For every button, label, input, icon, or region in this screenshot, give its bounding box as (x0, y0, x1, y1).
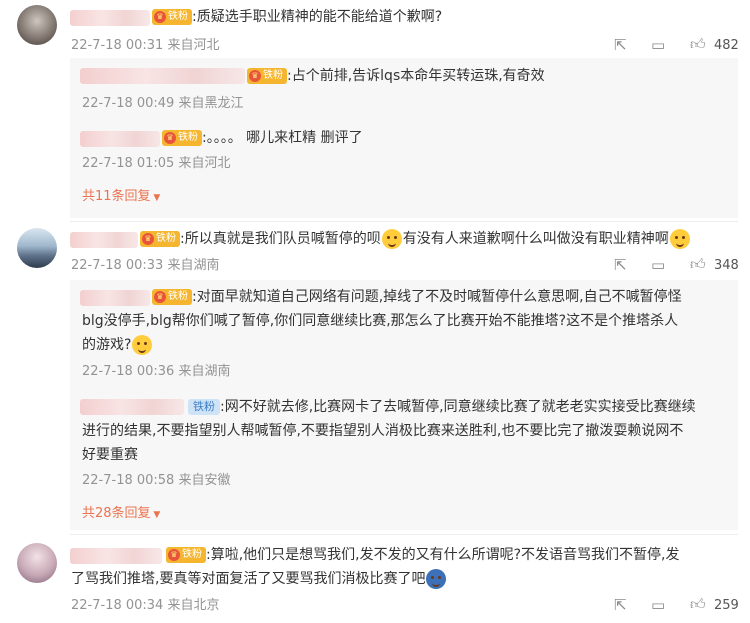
crown-icon: ♛ (154, 291, 166, 303)
avatar[interactable] (17, 5, 57, 45)
like-icon[interactable]: 👍︎ (690, 596, 706, 612)
comment-text: ♛ 铁粉:质疑选手职业精神的能不能给道个歉啊? (152, 5, 442, 29)
fan-badge: 铁粉 (188, 399, 220, 415)
like-count: 482 (714, 38, 739, 53)
crown-icon: ♛ (142, 233, 154, 245)
dropdown-arrow-icon: ▼ (150, 193, 161, 203)
crown-icon: ♛ (164, 132, 176, 144)
fan-badge: ♛ 铁粉 (152, 9, 192, 25)
share-icon[interactable]: ⇱ (614, 597, 627, 613)
fan-badge: ♛ 铁粉 (166, 547, 206, 563)
comment-meta: 22-7-18 00:31 来自河北 (71, 38, 220, 53)
laugh-emoji-icon (669, 229, 690, 249)
fan-badge: ♛ 铁粉 (152, 289, 192, 305)
emoji-icon (426, 569, 447, 589)
crown-icon: ♛ (168, 549, 180, 561)
fan-badge: ♛ 铁粉 (140, 231, 180, 247)
like-icon[interactable]: 👍︎ (690, 256, 706, 272)
comment-meta: 22-7-18 00:34 来自北京 (71, 598, 220, 613)
laugh-emoji-icon (132, 335, 153, 355)
comment-icon[interactable]: ▭ (651, 37, 665, 53)
share-icon[interactable]: ⇱ (614, 37, 627, 53)
comment-text: 了骂我们推塔,要真等对面复活了又要骂我们消极比赛了吧 (71, 567, 447, 591)
like-count: 259 (714, 598, 739, 613)
reply-meta: 22-7-18 00:49 来自黑龙江 (82, 96, 244, 111)
comment-icon[interactable]: ▭ (651, 597, 665, 613)
reply-text: 进行的结果,不要指望别人帮喊暂停,不要指望别人消极比赛来送胜利,也不要比完了撤泼… (82, 423, 684, 439)
comment-icon[interactable]: ▭ (651, 257, 665, 273)
divider (70, 221, 738, 222)
reply-meta: 22-7-18 01:05 来自河北 (82, 156, 231, 171)
username[interactable] (70, 10, 150, 26)
reply-text: ♛ 铁粉:。。。。 哪儿来杠精 删评了 (162, 126, 363, 150)
reply-username[interactable] (80, 290, 150, 306)
reply-meta: 22-7-18 00:58 来自安徽 (82, 473, 231, 488)
avatar[interactable] (17, 228, 57, 268)
laugh-emoji-icon (381, 229, 402, 249)
fan-badge: ♛ 铁粉 (162, 130, 202, 146)
avatar[interactable] (17, 543, 57, 583)
reply-text: :网不好就去修,比赛网卡了去喊暂停,同意继续比赛了就老老实实接受比赛继续 (220, 399, 696, 415)
divider (70, 534, 738, 535)
dropdown-arrow-icon: ▼ (150, 510, 161, 520)
crown-icon: ♛ (154, 11, 166, 23)
username[interactable] (70, 548, 162, 564)
reply-username[interactable] (80, 68, 245, 84)
more-replies-link[interactable]: 共28条回复 ▼ (82, 506, 160, 523)
comment-meta: 22-7-18 00:33 来自湖南 (71, 258, 220, 273)
reply-text: ♛ 铁粉:占个前排,告诉lqs本命年买转运珠,有奇效 (247, 64, 545, 88)
share-icon[interactable]: ⇱ (614, 257, 627, 273)
reply-username[interactable] (80, 399, 184, 415)
crown-icon: ♛ (249, 70, 261, 82)
like-icon[interactable]: 👍︎ (690, 36, 706, 52)
comment-text: ♛ 铁粉:算啦,他们只是想骂我们,发不发的又有什么所谓呢?不发语音骂我们不暂停,发 (166, 543, 680, 567)
username[interactable] (70, 232, 138, 248)
like-count: 348 (714, 258, 739, 273)
more-replies-link[interactable]: 共11条回复 ▼ (82, 189, 160, 206)
reply-meta: 22-7-18 00:36 来自湖南 (82, 364, 231, 379)
reply-text: blg没停手,blg帮你们喊了暂停,你们同意继续比赛,那怎么了比赛开始不能推塔?… (82, 313, 679, 329)
comment-text: ♛ 铁粉:所以真就是我们队员喊暂停的呗 有没有人来道歉啊什么叫做没有职业精神啊 (140, 227, 691, 251)
reply-username[interactable] (80, 131, 160, 147)
fan-badge: ♛ 铁粉 (247, 68, 287, 84)
reply-text: ♛ 铁粉:对面早就知道自己网络有问题,掉线了不及时喊暂停什么意思啊,自己不喊暂停怪 (152, 285, 682, 309)
reply-text: 的游戏? (82, 333, 153, 357)
reply-text: 好要重赛 (82, 447, 138, 463)
